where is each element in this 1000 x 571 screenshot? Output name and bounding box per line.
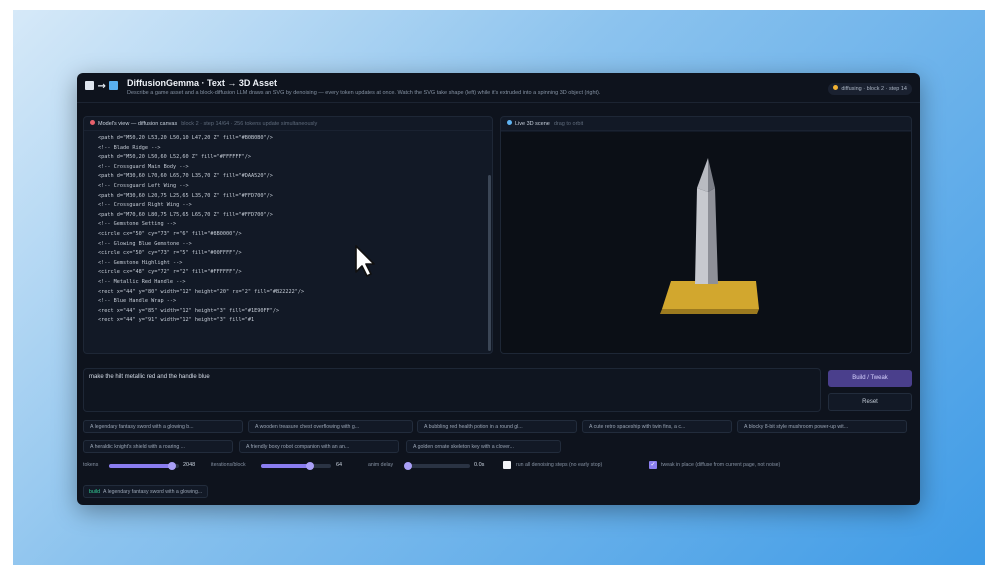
anim-delay-label: anim delay [368, 462, 394, 468]
code-line: <rect x="44" y="85" width="12" height="3… [98, 307, 280, 314]
example-chip[interactable]: A wooden treasure chest overflowing with… [248, 420, 413, 433]
globe-icon [507, 120, 512, 125]
status-text: diffusing · block 2 · step 14 [841, 86, 907, 92]
diffusion-canvas-title: Model's view — diffusion canvas [98, 121, 178, 127]
run-all-label: run all denoising steps (no early stop) [516, 462, 603, 468]
anim-delay-slider-knob[interactable] [404, 462, 413, 470]
example-chip[interactable]: A friendly boxy robot companion with an … [239, 440, 399, 453]
blade-tip-left [697, 158, 708, 192]
app-window: → DiffusionGemma · Text → 3D Asset Descr… [77, 73, 920, 505]
3d-viewport[interactable] [501, 132, 911, 353]
iterations-slider-fill [261, 464, 310, 468]
code-line: <!-- Blade Ridge --> [98, 144, 161, 151]
live-3d-scene-title: Live 3D scene [515, 121, 550, 127]
code-line: <path d="M50,20 L53,20 L50,10 L47,20 Z" … [98, 135, 273, 141]
tokens-label: tokens [83, 462, 99, 468]
app-subtitle: Describe a game asset and a block-diffus… [127, 90, 601, 96]
history-item[interactable]: build A legendary fantasy sword with a gl… [83, 485, 209, 498]
example-chip[interactable]: A legendary fantasy sword with a glowing… [83, 420, 243, 433]
tokens-value: 2048 [183, 462, 196, 468]
history-text: A legendary fantasy sword with a glowing… [102, 489, 203, 495]
blade-right-face [708, 188, 718, 284]
code-line: <!-- Crossguard Left Wing --> [98, 182, 189, 189]
anim-delay-value: 0.0s [474, 462, 485, 468]
arrow-right-icon: → [97, 81, 106, 92]
blade-tip-right [708, 158, 715, 192]
code-line: <path d="M50,20 L50,60 L52,60 Z" fill="#… [98, 154, 252, 161]
brain-icon [90, 120, 95, 125]
example-chip[interactable]: A heraldic knight's shield with a roarin… [83, 440, 233, 453]
code-line: <!-- Blue Handle Wrap --> [98, 298, 177, 305]
anim-delay-slider[interactable] [404, 462, 470, 470]
live-3d-scene-header: Live 3D scene drag to orbit [501, 117, 911, 131]
code-line: <circle cx="50" cy="73" r="6" fill="#8B0… [98, 230, 242, 237]
prompt-text[interactable]: make the hilt metallic red and the handl… [89, 374, 210, 380]
tweak-in-place-checkbox[interactable]: ✓ [649, 461, 657, 469]
example-chip[interactable]: A bubbling red health potion in a round … [417, 420, 577, 433]
code-line: <circle cx="50" cy="73" r="5" fill="#00F… [98, 250, 242, 257]
code-line: <path d="M30,60 L70,60 L65,70 L35,70 Z" … [98, 173, 273, 180]
sword-3d-model [660, 158, 759, 314]
code-line: <circle cx="48" cy="72" r="2" fill="#FFF… [98, 269, 242, 276]
code-line: <!-- Crossguard Main Body --> [98, 163, 189, 170]
iterations-value: 64 [336, 462, 343, 468]
code-line: <!-- Glowing Blue Gemstone --> [98, 240, 192, 247]
tokens-slider[interactable] [109, 462, 179, 470]
cube-icon [109, 81, 119, 90]
build-tweak-button[interactable]: Build / Tweak [828, 370, 912, 387]
code-line: <!-- Gemstone Setting --> [98, 221, 177, 228]
mouse-pointer-icon [355, 245, 375, 277]
code-line: <path d="M30,60 L20,75 L25,65 L35,70 Z" … [98, 192, 273, 199]
iterations-label: iterations/block [211, 462, 246, 468]
tokens-slider-fill [109, 464, 172, 468]
app-title: DiffusionGemma · Text → 3D Asset [127, 78, 278, 88]
status-dot-icon [833, 85, 839, 90]
example-chip[interactable]: A golden ornate skeleton key with a clov… [406, 440, 561, 453]
status-badge: diffusing · block 2 · step 14 [828, 83, 912, 95]
hilt-base-side [660, 309, 759, 314]
code-line: <path d="M70,60 L80,75 L75,65 L65,70 Z" … [98, 211, 273, 218]
diffusion-canvas-header: Model's view — diffusion canvas block 2 ·… [84, 117, 492, 131]
live-3d-scene-panel: Live 3D scene drag to orbit [500, 116, 912, 354]
title-bar: → DiffusionGemma · Text → 3D Asset Descr… [77, 73, 920, 103]
code-line: <!-- Crossguard Right Wing --> [98, 202, 192, 209]
controls-row: tokens 2048 iterations/block 64 anim del… [83, 459, 913, 473]
document-icon [85, 81, 94, 90]
hilt-base-top [662, 281, 759, 309]
blade-left-face [695, 188, 708, 284]
diffusion-canvas-meta: block 2 · step 14/64 · 256 tokens update… [181, 121, 318, 127]
svg-code-view[interactable]: <path d="M50,20 L53,20 L50,10 L47,20 Z" … [98, 134, 483, 326]
code-scrollbar[interactable] [488, 175, 491, 351]
tweak-in-place-label: tweak in place (diffuse from current pag… [661, 462, 781, 468]
example-chip[interactable]: A cute retro spaceship with twin fins, a… [582, 420, 732, 433]
iterations-slider-knob[interactable] [306, 462, 314, 470]
code-line: <rect x="44" y="91" width="12" height="3… [98, 317, 255, 324]
code-line: <!-- Metallic Red Handle --> [98, 278, 186, 285]
live-3d-scene-meta: drag to orbit [553, 121, 584, 127]
prompt-input[interactable]: make the hilt metallic red and the handl… [83, 368, 821, 412]
diffusion-canvas-panel: Model's view — diffusion canvas block 2 ·… [83, 116, 493, 354]
code-line: <!-- Gemstone Highlight --> [98, 259, 183, 266]
iterations-slider[interactable] [261, 462, 331, 470]
code-line: <rect x="44" y="80" width="12" height="2… [98, 288, 305, 295]
run-all-checkbox[interactable] [503, 461, 511, 469]
example-chip[interactable]: A blocky 8-bit style mushroom power-up w… [737, 420, 907, 433]
tokens-slider-knob[interactable] [168, 462, 176, 470]
reset-button[interactable]: Reset [828, 393, 912, 411]
app-logo: → [85, 81, 119, 93]
history-tag: build [89, 489, 100, 495]
